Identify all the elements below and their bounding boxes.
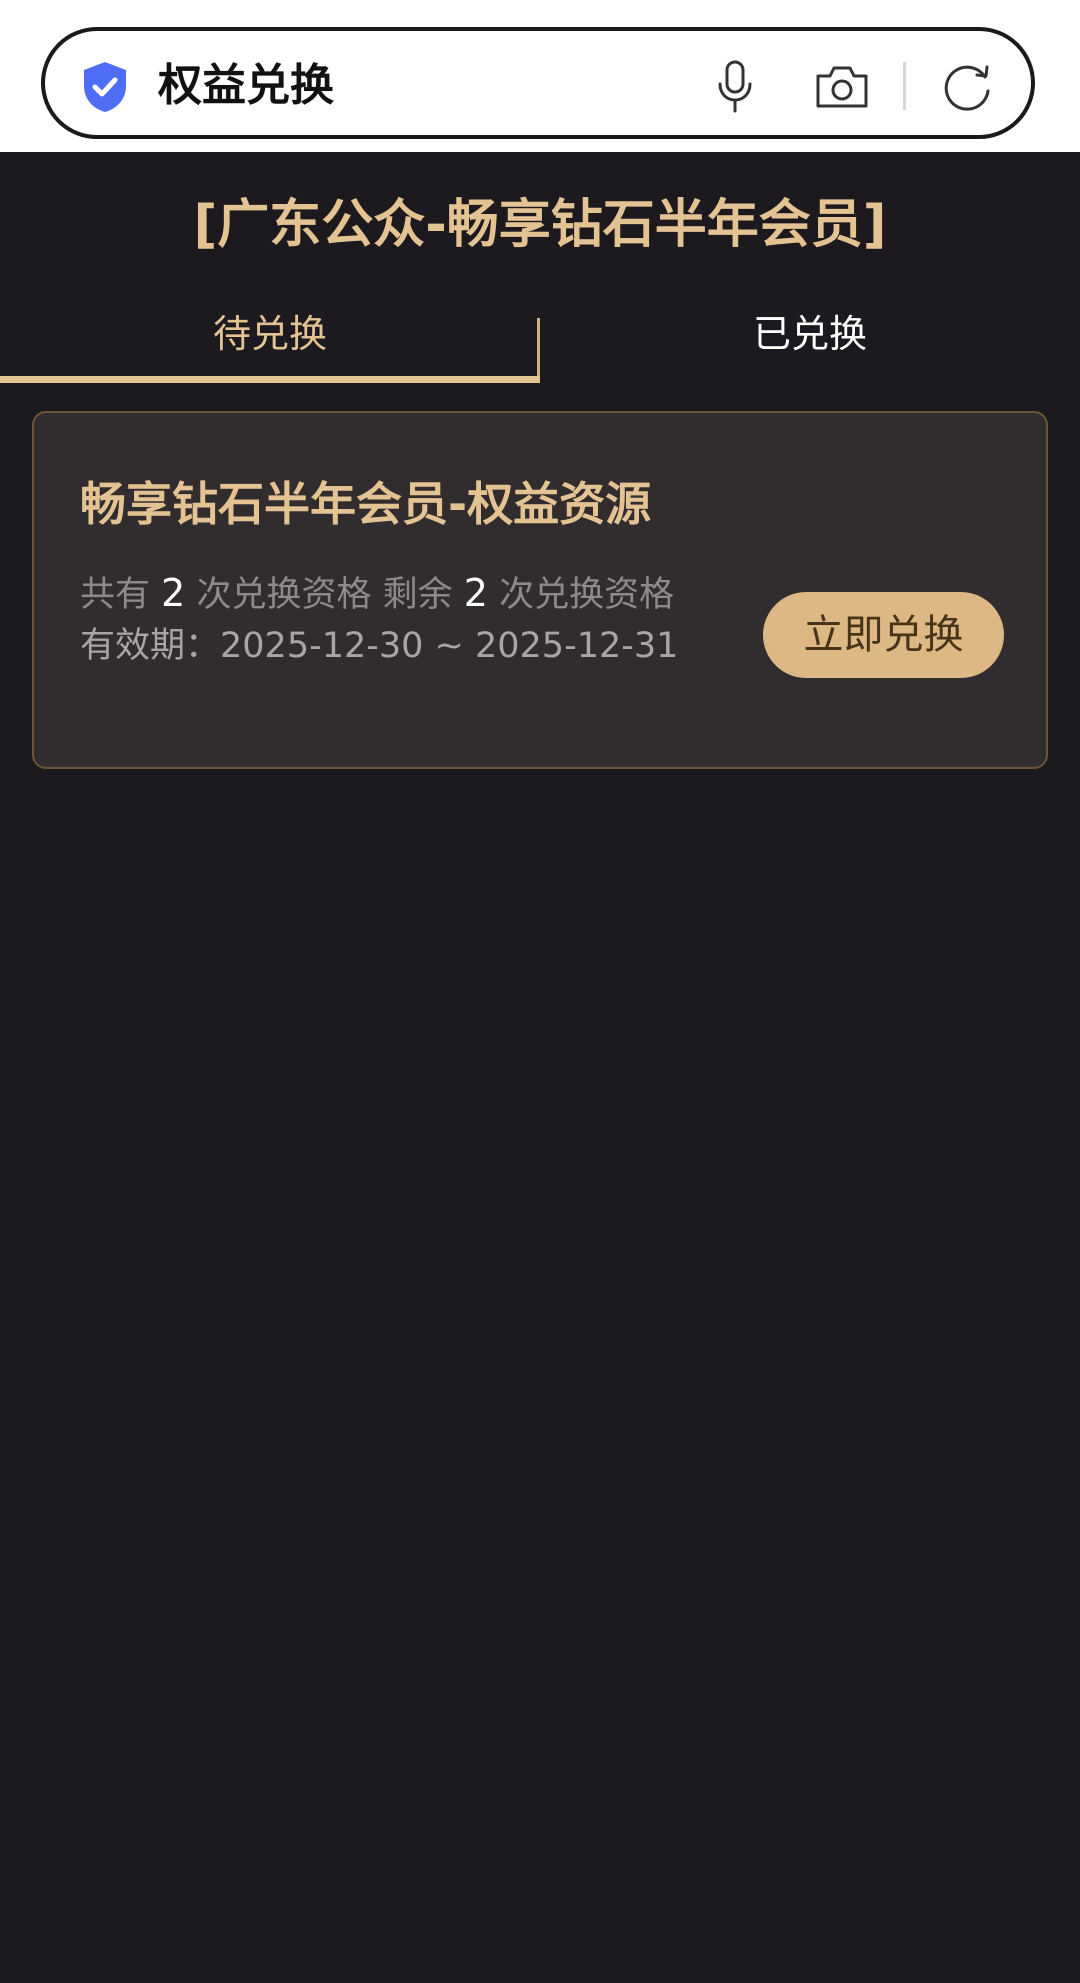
redeem-quota-text: 共有 2 次兑换资格 剩余 2 次兑换资格 (80, 568, 674, 620)
refresh-icon[interactable] (941, 61, 993, 113)
active-tab-indicator (0, 376, 540, 383)
remaining-prefix: 剩余 (382, 575, 453, 615)
validity-label: 有效期： (80, 626, 221, 666)
validity-text: 有效期：2025-12-30 ~ 2025-12-31 (80, 621, 678, 671)
tab-pending[interactable]: 待兑换 (0, 306, 540, 362)
redeem-now-button[interactable]: 立即兑换 (763, 592, 1004, 678)
total-suffix: 次兑换资格 (196, 575, 372, 615)
benefit-title: 畅享钻石半年会员-权益资源 (80, 477, 652, 531)
camera-icon[interactable] (814, 64, 870, 110)
microphone-icon[interactable] (714, 60, 756, 114)
search-input[interactable]: 权益兑换 (158, 56, 334, 116)
remaining-suffix: 次兑换资格 (499, 575, 675, 615)
total-count: 2 (161, 571, 186, 615)
validity-range: 2025-12-30 ~ 2025-12-31 (220, 626, 679, 666)
tab-redeemed[interactable]: 已兑换 (540, 306, 1080, 362)
tab-separator (537, 318, 540, 382)
shield-check-icon (84, 62, 126, 112)
total-prefix: 共有 (80, 575, 151, 615)
remaining-count: 2 (463, 571, 488, 615)
search-divider (903, 62, 906, 110)
page-title: [广东公众-畅享钻石半年会员] (193, 195, 887, 255)
